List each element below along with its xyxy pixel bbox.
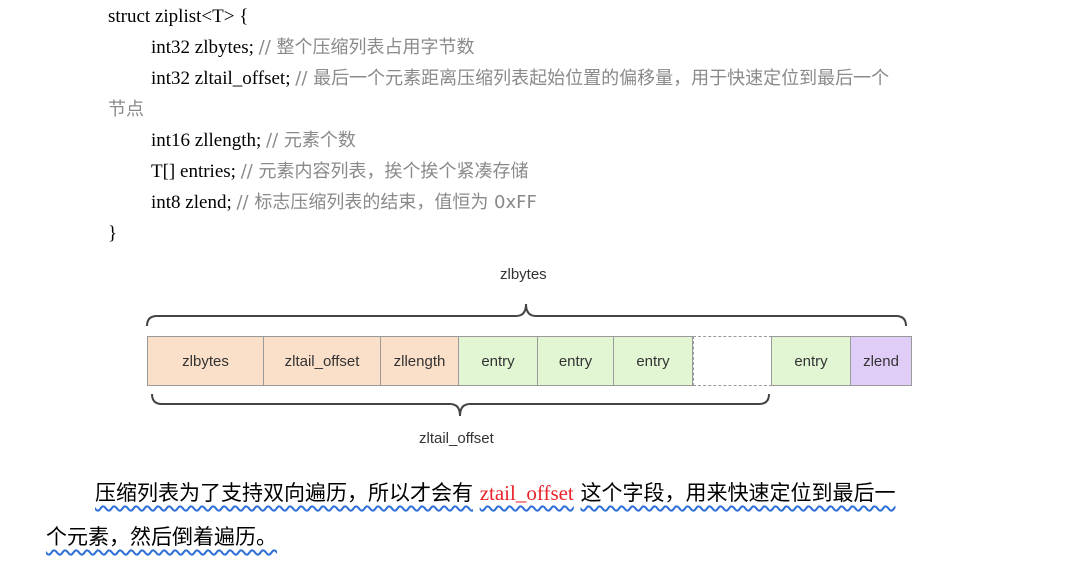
zltail-offset-brace-label: zltail_offset	[419, 430, 494, 447]
cell-entry: entry	[537, 336, 614, 386]
cell-entry: entry	[458, 336, 538, 386]
field-decl: int16 zllength;	[151, 130, 262, 151]
field-entries: T[] entries; // 元素内容列表，挨个挨个紧凑存储	[151, 157, 529, 187]
field-zlbytes: int32 zlbytes; // 整个压缩列表占用字节数	[151, 33, 475, 63]
field-decl: int8 zlend;	[151, 192, 232, 213]
paragraph-text: 这个字段，用来快速定位到最后一	[580, 481, 896, 505]
field-zltail-offset: int32 zltail_offset; // 最后一个元素距离压缩列表起始位置…	[151, 64, 889, 94]
cell-zltail-offset: zltail_offset	[263, 336, 381, 386]
cell-entry: entry	[771, 336, 851, 386]
field-comment: // 整个压缩列表占用字节数	[258, 37, 475, 58]
field-comment: // 元素内容列表，挨个挨个紧凑存储	[240, 161, 529, 182]
field-zlend: int8 zlend; // 标志压缩列表的结束，值恒为 0xFF	[151, 188, 537, 218]
struct-close: }	[108, 223, 118, 244]
field-comment-cont: 节点	[108, 99, 144, 120]
field-decl: int32 zltail_offset;	[151, 68, 291, 89]
cell-ellipsis	[693, 336, 772, 386]
paragraph-text: 个元素，然后倒着遍历。	[46, 525, 277, 549]
field-decl: int32 zlbytes;	[151, 37, 254, 58]
field-decl: T[] entries;	[151, 161, 236, 182]
paragraph-line-1: 压缩列表为了支持双向遍历，所以才会有 ztail_offset 这个字段，用来快…	[95, 477, 895, 507]
paragraph-line-2: 个元素，然后倒着遍历。	[46, 521, 277, 551]
cell-zllength: zllength	[380, 336, 459, 386]
field-comment: // 标志压缩列表的结束，值恒为 0xFF	[236, 192, 537, 213]
field-zllength: int16 zllength; // 元素个数	[151, 126, 356, 156]
field-comment: // 最后一个元素距离压缩列表起始位置的偏移量，用于快速定位到最后一个	[295, 68, 890, 89]
zlbytes-brace-label: zlbytes	[500, 266, 547, 283]
bottom-brace	[151, 393, 770, 417]
paragraph-text: 压缩列表为了支持双向遍历，所以才会有	[95, 481, 473, 505]
field-comment-continued: 节点	[108, 95, 144, 125]
struct-open: struct ziplist<T> {	[108, 6, 249, 27]
top-brace	[146, 303, 907, 327]
cell-zlbytes: zlbytes	[147, 336, 264, 386]
cell-entry: entry	[613, 336, 693, 386]
field-comment: // 元素个数	[266, 130, 356, 151]
highlight-term: ztail_offset	[479, 481, 574, 505]
cell-zlend: zlend	[850, 336, 912, 386]
